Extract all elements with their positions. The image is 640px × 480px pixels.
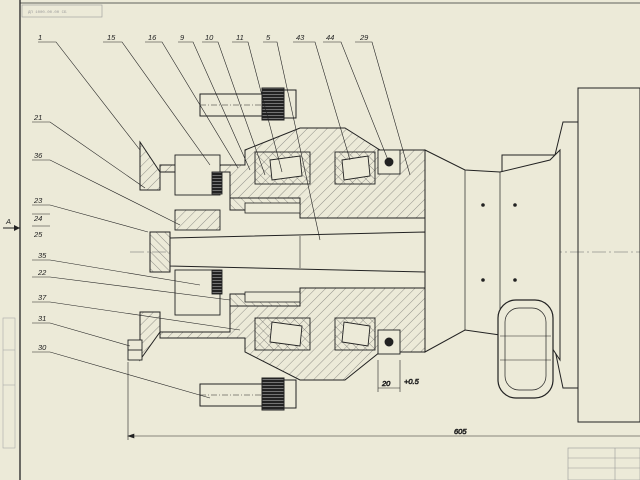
callout-30: 30 xyxy=(38,343,47,352)
stamp-text: ДП 1000.00.00 СБ xyxy=(28,11,67,15)
drawing-sheet: ДП 1000.00.00 СБ A 605 20 +0.5 1 15 16 9… xyxy=(0,0,640,480)
callout-37: 37 xyxy=(38,293,47,302)
callout-29: 29 xyxy=(359,33,369,42)
bolt-bottom xyxy=(199,377,297,411)
callout-21: 21 xyxy=(33,113,42,122)
title-block xyxy=(567,447,640,480)
callout-22: 22 xyxy=(37,268,47,277)
callout-35: 35 xyxy=(38,251,47,260)
callouts-left: 21 36 23 24 25 35 22 37 31 30 xyxy=(33,113,47,352)
callout-44: 44 xyxy=(326,33,334,42)
dim-seal-label: 20 xyxy=(381,379,391,388)
callout-36: 36 xyxy=(34,151,43,160)
bolt-top xyxy=(199,87,297,121)
callout-25: 25 xyxy=(33,230,43,239)
edge-strip xyxy=(2,317,16,449)
dim-tolerance-label: +0.5 xyxy=(404,377,420,386)
callout-15: 15 xyxy=(107,33,116,42)
callout-23: 23 xyxy=(33,196,43,205)
drain-plug xyxy=(127,339,143,361)
callout-11: 11 xyxy=(236,33,244,42)
stamp-box: ДП 1000.00.00 СБ xyxy=(21,4,103,18)
callout-31: 31 xyxy=(38,314,46,323)
callout-5: 5 xyxy=(266,33,271,42)
main-shaft xyxy=(169,231,426,273)
callout-10: 10 xyxy=(205,33,214,42)
callout-24: 24 xyxy=(33,214,42,223)
tyre-element xyxy=(497,299,554,399)
callout-16: 16 xyxy=(148,33,157,42)
section-marker: A xyxy=(3,217,20,231)
planet-gears xyxy=(174,154,223,316)
dimension-seal: 20 +0.5 xyxy=(377,360,420,392)
section-letter: A xyxy=(5,217,11,226)
callout-9: 9 xyxy=(180,33,185,42)
callouts-top: 1 15 16 9 10 11 5 43 44 29 xyxy=(38,33,369,42)
callout-43: 43 xyxy=(296,33,305,42)
dim-overall-label: 605 xyxy=(454,427,467,436)
assembly-drawing: ДП 1000.00.00 СБ A 605 20 +0.5 1 15 16 9… xyxy=(2,0,640,480)
callout-1: 1 xyxy=(38,33,42,42)
